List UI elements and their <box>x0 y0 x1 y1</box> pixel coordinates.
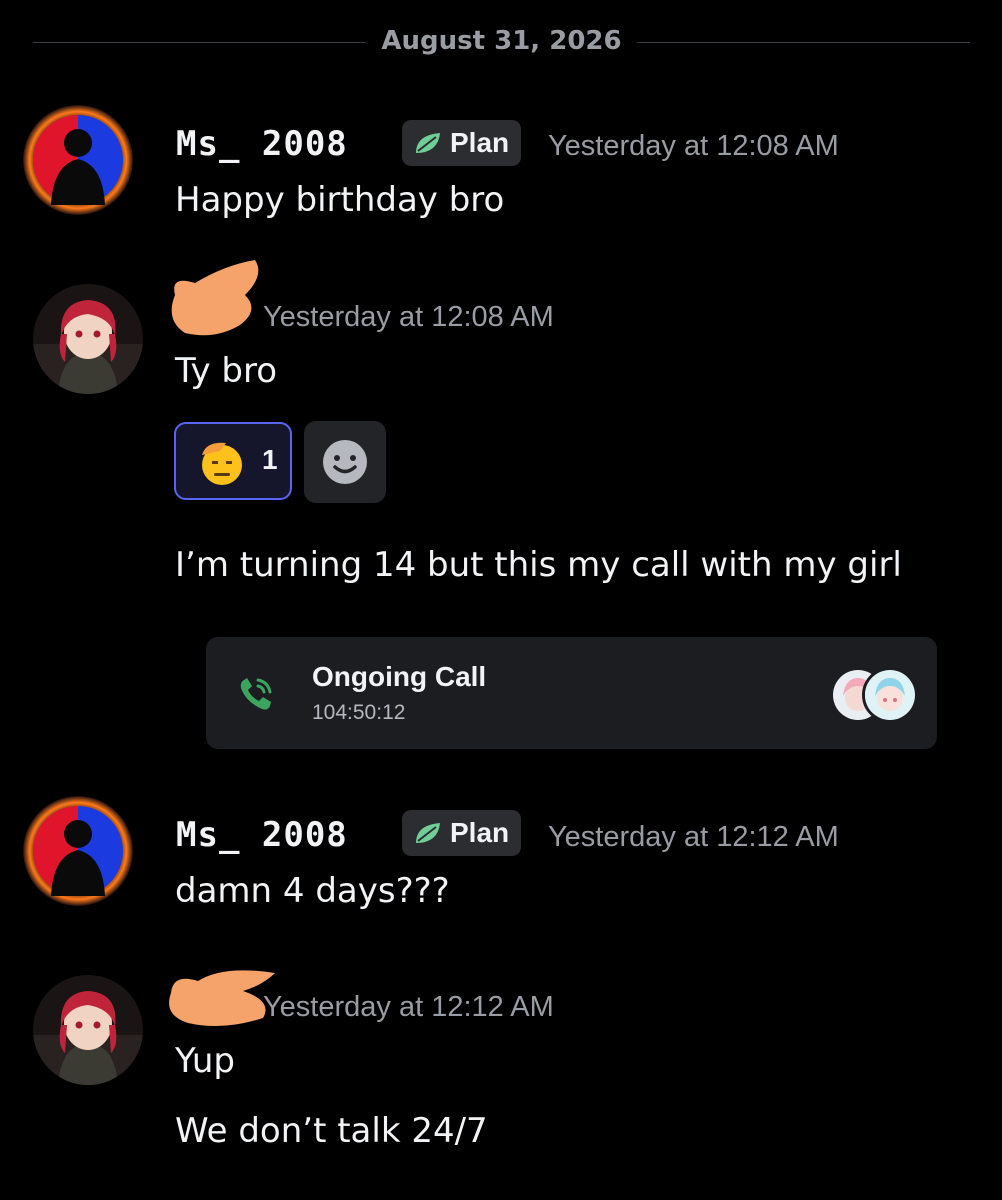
salute-emoji-icon <box>202 442 242 485</box>
message-timestamp: Yesterday at 12:12 AM <box>263 991 554 1023</box>
call-participant-avatar <box>862 667 918 723</box>
plan-tag-label: Plan <box>450 127 510 158</box>
plan-tag[interactable]: Plan <box>402 120 522 166</box>
date-divider: August 31, 2026 <box>0 18 1002 68</box>
leaf-icon <box>416 823 440 843</box>
message-text: We don’t talk 24/7 <box>175 1111 488 1151</box>
message-timestamp: Yesterday at 12:08 AM <box>263 301 554 333</box>
plan-tag[interactable]: Plan <box>402 810 522 856</box>
phone-call-icon <box>240 678 272 710</box>
message-timestamp: Yesterday at 12:08 AM <box>548 130 839 162</box>
add-reaction-button[interactable] <box>304 421 386 503</box>
message-text: damn 4 days??? <box>175 871 450 911</box>
divider-line-left <box>33 42 366 43</box>
message-timestamp: Yesterday at 12:12 AM <box>548 821 839 853</box>
message-author[interactable]: Ms_ 2008 <box>176 124 348 164</box>
ongoing-call-card[interactable]: Ongoing Call 104:50:12 <box>206 637 937 749</box>
message-text: Ty bro <box>175 351 278 391</box>
call-duration: 104:50:12 <box>312 701 406 724</box>
divider-line-right <box>637 42 970 43</box>
call-title: Ongoing Call <box>312 661 487 692</box>
message-text: I’m turning 14 but this my call with my … <box>175 545 902 585</box>
plan-tag-label: Plan <box>450 817 510 848</box>
avatar[interactable] <box>33 284 143 394</box>
divider-date: August 31, 2026 <box>381 26 622 56</box>
leaf-icon <box>416 133 440 153</box>
message-author[interactable]: Ms_ 2008 <box>176 815 348 855</box>
avatar[interactable] <box>23 796 133 906</box>
avatar[interactable] <box>23 105 133 215</box>
message-text: Happy birthday bro <box>175 180 505 220</box>
avatar[interactable] <box>33 975 143 1085</box>
redacted-username <box>171 260 259 336</box>
message-text: Yup <box>175 1041 235 1081</box>
reaction-button[interactable]: 1 <box>174 422 292 500</box>
reaction-count: 1 <box>262 444 278 475</box>
smiley-face-icon <box>323 440 367 484</box>
